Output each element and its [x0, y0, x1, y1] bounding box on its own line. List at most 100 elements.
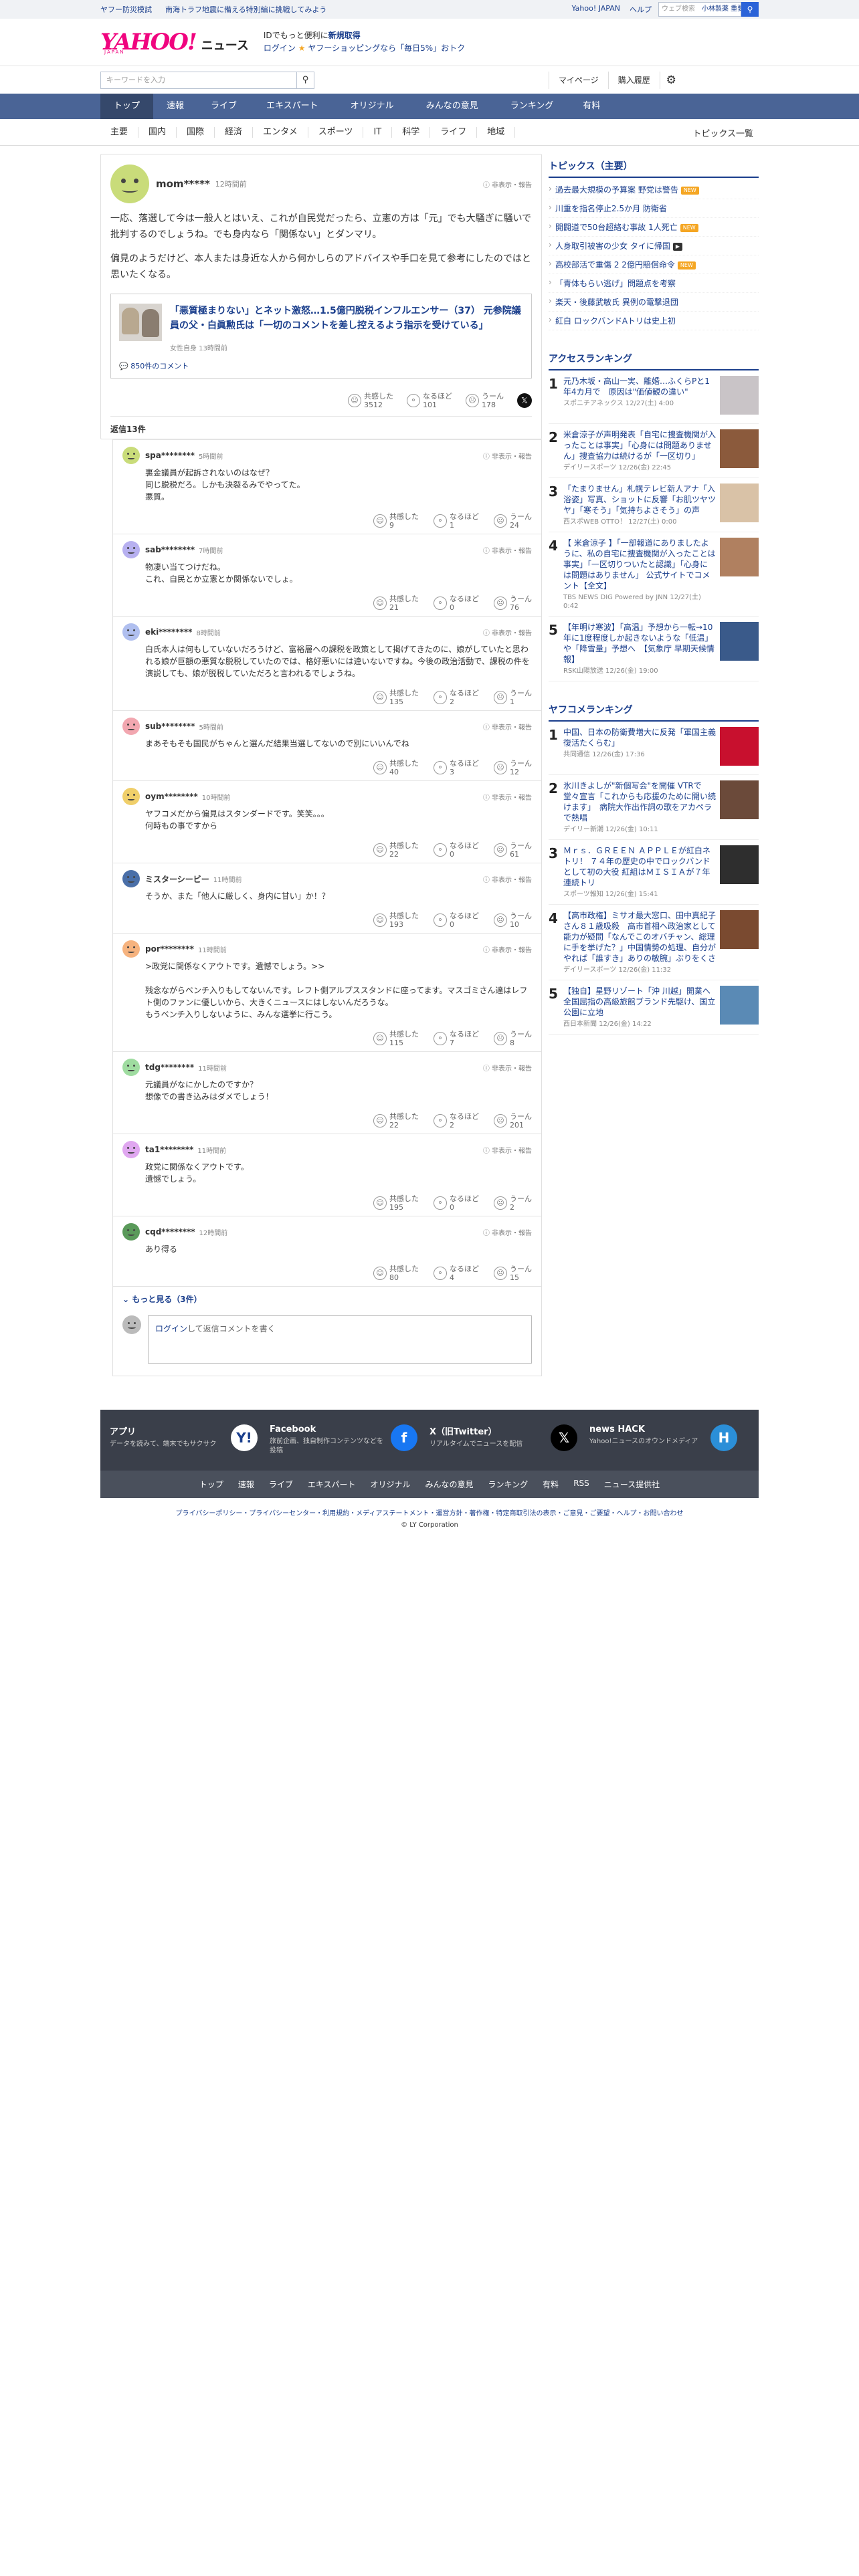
naruhodo-button[interactable]: ⚬ なるほど 101 [407, 392, 452, 409]
rank-title[interactable]: 氷川きよしが"新個写会"を開催 VTRで堂々宣言「これからも応援のために開い続け… [563, 780, 716, 823]
footer-app-news HACK[interactable]: news HACK Yahoo!ニュースのオウンドメディア H [589, 1424, 749, 1456]
report-link[interactable]: ⓘ 非表示・報告 [483, 627, 532, 637]
report-link[interactable]: ⓘ 非表示・報告 [483, 1145, 532, 1155]
report-link[interactable]: ⓘ 非表示・報告 [483, 792, 532, 802]
report-link[interactable]: ⓘ 非表示・報告 [483, 1063, 532, 1073]
article-comments-link[interactable]: 💬 850件のコメント [119, 360, 523, 371]
agree-button[interactable]: ☺ 共感した 115 [373, 1030, 419, 1047]
rank-title[interactable]: 中国、日本の防衛費増大に反発「軍国主義復活たくらむ」 [563, 727, 716, 748]
rank-title[interactable]: 米倉涼子が声明発表「自宅に捜査機関が入ったことは事実」「心身には問題ありません」… [563, 429, 716, 461]
report-link[interactable]: ⓘ 非表示・報告 [483, 874, 532, 884]
footer-link[interactable]: ランキング [488, 1479, 529, 1490]
report-link[interactable]: ⓘ 非表示・報告 [483, 1227, 532, 1237]
report-link[interactable]: ⓘ 非表示・報告 [483, 179, 532, 189]
footer-app-Facebook[interactable]: Facebook 旅前企画、独自制作コンテンツなどを投稿 f [270, 1424, 430, 1456]
footer-link[interactable]: エキスパート [308, 1479, 356, 1490]
uun-button[interactable]: ☹ うーん 10 [494, 911, 532, 929]
reply-user[interactable]: oym******** [145, 792, 198, 801]
naruhodo-button[interactable]: ⚬ なるほど 3 [434, 759, 479, 776]
reply-user[interactable]: ミスターシービー [145, 873, 209, 885]
naruhodo-button[interactable]: ⚬ なるほど 0 [434, 1194, 479, 1212]
agree-button[interactable]: ☺ 共感した 193 [373, 911, 419, 929]
show-more-button[interactable]: ⌄ もっと見る（3件） [113, 1287, 541, 1311]
footer-link[interactable]: 有料 [543, 1479, 559, 1490]
reply-user[interactable]: sab******** [145, 545, 195, 554]
agree-button[interactable]: ☺ 共感した 21 [373, 595, 419, 612]
topic-item[interactable]: 高校部活で重傷 2 2億円賠償命令NEW [549, 255, 759, 274]
history-link[interactable]: 購入履歴 [607, 72, 660, 89]
nav-item[interactable]: みんなの意見 [410, 94, 494, 119]
naruhodo-button[interactable]: ⚬ なるほど 0 [434, 841, 479, 859]
footer-link[interactable]: ライブ [269, 1479, 293, 1490]
report-link[interactable]: ⓘ 非表示・報告 [483, 722, 532, 732]
nav-item[interactable]: ライブ [197, 94, 250, 119]
footer-app-X（旧Twitter）[interactable]: X（旧Twitter） リアルタイムでニュースを配信 𝕏 [430, 1424, 589, 1456]
rank-title[interactable]: 【独自】星野リゾート「沖 川越」開業へ 全国屈指の高級旅館ブランド先駆け、国立公… [563, 986, 719, 1018]
nav-item[interactable]: オリジナル [335, 94, 410, 119]
uun-button[interactable]: ☹ うーん 8 [494, 1030, 532, 1047]
topic-item[interactable]: 川重を指名停止2.5か月 防衛省 [549, 199, 759, 218]
reply-input[interactable]: ログインして返信コメントを書く [148, 1315, 532, 1364]
subnav-item[interactable]: 国内 [138, 127, 177, 138]
nav-item[interactable]: トップ [100, 94, 154, 119]
nav-item[interactable]: ランキング [494, 94, 570, 119]
topic-item[interactable]: 紅白 ロックバンドAトリは史上初 [549, 312, 759, 330]
naruhodo-button[interactable]: ⚬ なるほど 0 [434, 595, 479, 612]
naruhodo-button[interactable]: ⚬ なるほど 7 [434, 1030, 479, 1047]
ranking-item[interactable]: 5 【独自】星野リゾート「沖 川越」開業へ 全国屈指の高級旅館ブランド先駆け、国立… [549, 980, 759, 1035]
agree-button[interactable]: ☺ 共感した 9 [373, 512, 419, 530]
subnav-item[interactable]: 国際 [177, 127, 215, 138]
uun-button[interactable]: ☹ うーん 1 [494, 689, 532, 706]
reply-user[interactable]: spa******** [145, 451, 195, 460]
ranking-item[interactable]: 3 Ｍｒｓ．ＧＲＥＥＮ ＡＰＰＬＥが紅白ネトリ！ ７４年の歴史の中でロックバンドと… [549, 840, 759, 905]
rank-title[interactable]: 【年明け寒波】「高温」予想から一転→10年に1度程度しか起きないような「低温」や… [563, 622, 716, 665]
reply-user[interactable]: tdg******** [145, 1063, 194, 1072]
topic-item[interactable]: 人身取引被害の少女 タイに帰国▶ [549, 237, 759, 255]
shopping-promo[interactable]: ヤフーショッピングなら「毎日5%」おトク [308, 43, 465, 53]
article-card[interactable]: 「悪質極まりない」とネット激怒…1.5億円脱税インフルエンサー（37） 元参院議… [110, 294, 532, 379]
reply-user[interactable]: ta1******** [145, 1145, 193, 1154]
rank-title[interactable]: 【高市政権】ミサオ最大窓口、田中真紀子さん８１歳吸殺 高市首相へ政治家として能力… [563, 910, 716, 964]
uun-button[interactable]: ☹ うーん 15 [494, 1265, 532, 1282]
article-title[interactable]: 「悪質極まりない」とネット激怒…1.5億円脱税インフルエンサー（37） 元参院議… [170, 304, 523, 341]
signup-link[interactable]: 新規取得 [328, 31, 361, 40]
ranking-item[interactable]: 2 氷川きよしが"新個写会"を開催 VTRで堂々宣言「これからも応援のために開い続… [549, 775, 759, 840]
subnav-item[interactable]: 経済 [215, 127, 254, 138]
ranking-item[interactable]: 5 【年明け寒波】「高温」予想から一転→10年に1度程度しか起きないような「低温」… [549, 617, 759, 681]
topics-list-link[interactable]: トピックス一覧 [687, 126, 759, 139]
naruhodo-button[interactable]: ⚬ なるほど 2 [434, 689, 479, 706]
search-icon[interactable]: ⚲ [741, 2, 759, 17]
uun-button[interactable]: ☹ うーん 178 [466, 392, 504, 409]
topic-item[interactable]: 楽天・後藤武敏氏 異例の電撃退団 [549, 293, 759, 312]
footer-link[interactable]: オリジナル [371, 1479, 411, 1490]
footer-link[interactable]: 速報 [238, 1479, 254, 1490]
footer-link[interactable]: ニュース提供社 [604, 1479, 660, 1490]
nav-item[interactable]: 有料 [569, 94, 613, 119]
ranking-item[interactable]: 3 「たまりません」札幌テレビ新人アナ「入浴姿」写真、ショットに反響「お肌ツヤツヤ… [549, 478, 759, 532]
x-share-icon[interactable]: 𝕏 [517, 393, 532, 408]
agree-button[interactable]: ☺ 共感した 80 [373, 1265, 419, 1282]
ranking-item[interactable]: 4 【高市政権】ミサオ最大窓口、田中真紀子さん８１歳吸殺 高市首相へ政治家として能… [549, 905, 759, 980]
naruhodo-button[interactable]: ⚬ なるほど 4 [434, 1265, 479, 1282]
subnav-item[interactable]: エンタメ [253, 127, 308, 138]
reply-user[interactable]: eki******** [145, 627, 192, 637]
report-link[interactable]: ⓘ 非表示・報告 [483, 944, 532, 954]
rank-title[interactable]: 「たまりません」札幌テレビ新人アナ「入浴姿」写真、ショットに反響「お肌ツヤツヤ」… [563, 484, 716, 516]
top-link[interactable]: ヘルプ [630, 4, 652, 15]
reply-user[interactable]: por******** [145, 944, 194, 954]
agree-button[interactable]: ☺ 共感した 40 [373, 759, 419, 776]
uun-button[interactable]: ☹ うーん 61 [494, 841, 532, 859]
footer-app-アプリ[interactable]: アプリ データを読みて、端末でもサクサク Y! [110, 1424, 270, 1456]
report-link[interactable]: ⓘ 非表示・報告 [483, 451, 532, 461]
naruhodo-button[interactable]: ⚬ なるほど 1 [434, 512, 479, 530]
ranking-item[interactable]: 1 元乃木坂・高山一実、離婚…ふくらPと1年4カ月で 原因は"価値観の違い" スポニ… [549, 370, 759, 424]
yahoo-news-logo[interactable]: YAHOO! JAPAN ニュース [100, 31, 249, 55]
agree-button[interactable]: ☺ 共感した 135 [373, 689, 419, 706]
subnav-item[interactable]: ライフ [430, 127, 478, 138]
web-search-input[interactable]: ウェブ検索 小林製薬 重要… [658, 2, 741, 17]
uun-button[interactable]: ☹ うーん 201 [494, 1112, 532, 1130]
keyword-input[interactable]: キーワードを入力 [101, 72, 296, 88]
subnav-item[interactable]: 地域 [477, 127, 516, 138]
comment-user[interactable]: mom***** [156, 178, 210, 190]
legal-links[interactable]: プライバシーポリシー・プライバシーセンター・利用規約・メディアステートメント・運… [0, 1507, 859, 1517]
